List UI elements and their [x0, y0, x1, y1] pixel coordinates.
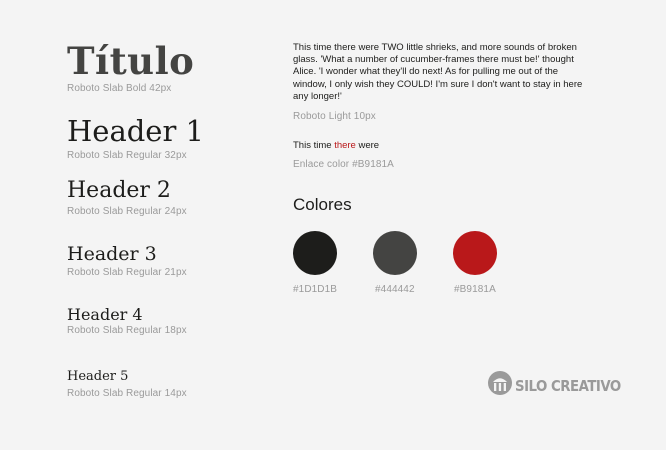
link-sample-before: This time: [293, 140, 335, 151]
silo-creativo-logo: SILO CREATIVO: [488, 371, 638, 400]
colors-heading: Colores: [293, 195, 352, 214]
color-swatch-b9181a: [453, 231, 497, 275]
color-swatch-1d1d1b: [293, 231, 337, 275]
header-4-sample: Header 4: [67, 305, 143, 324]
header-5-sample: Header 5: [67, 369, 129, 384]
link-color-note: Enlace color #B9181A: [293, 159, 394, 170]
title-font-note: Roboto Slab Bold 42px: [67, 83, 172, 94]
header-1-sample: Header 1: [67, 114, 204, 148]
body-text-sample: This time there were TWO little shrieks,…: [293, 42, 583, 102]
header-2-sample: Header 2: [67, 178, 171, 203]
header-1-font-note: Roboto Slab Regular 32px: [67, 150, 187, 161]
link-sample-after: were: [355, 140, 380, 151]
sample-link[interactable]: there: [334, 140, 356, 151]
color-label-444442: #444442: [375, 284, 415, 295]
color-swatch-444442: [373, 231, 417, 275]
logo-wordmark: SILO CREATIVO: [515, 376, 621, 395]
link-sample: This time there were: [293, 140, 379, 151]
color-label-1d1d1b: #1D1D1B: [293, 284, 338, 295]
header-5-font-note: Roboto Slab Regular 14px: [67, 388, 187, 399]
page-title: Título: [67, 39, 195, 83]
header-3-sample: Header 3: [67, 243, 157, 265]
body-font-note: Roboto Light 10px: [293, 111, 376, 122]
color-label-b9181a: #B9181A: [454, 284, 496, 295]
silo-logo-icon: [488, 371, 512, 400]
header-4-font-note: Roboto Slab Regular 18px: [67, 325, 187, 336]
header-2-font-note: Roboto Slab Regular 24px: [67, 206, 187, 217]
header-3-font-note: Roboto Slab Regular 21px: [67, 267, 187, 278]
